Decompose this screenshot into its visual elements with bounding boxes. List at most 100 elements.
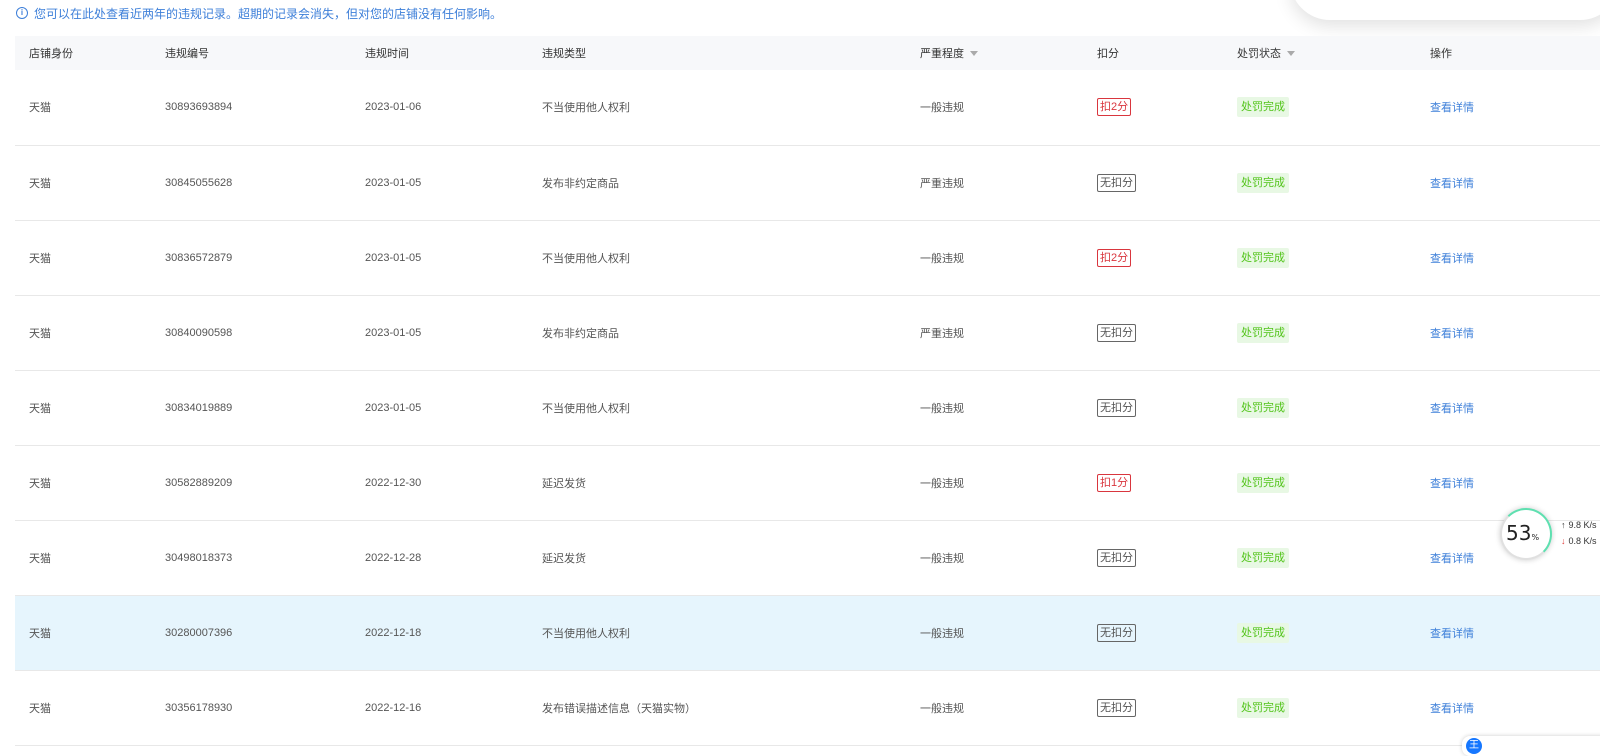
cell-action: 查看详情	[1430, 595, 1600, 670]
cell-violation-type: 不当使用他人权利	[542, 102, 630, 115]
cell-deduction: 扣2分	[1097, 220, 1237, 295]
cell-violation-time: 2023-01-05	[365, 176, 422, 189]
view-details-link[interactable]: 查看详情	[1430, 403, 1474, 415]
deduction-badge: 扣1分	[1097, 473, 1132, 492]
deduction-badge: 扣2分	[1097, 98, 1132, 117]
cell-severity: 一般违规	[920, 252, 964, 265]
cell-status: 处罚完成	[1237, 370, 1430, 445]
header-severity: 严重程度	[920, 36, 1097, 70]
input-method-toolbar[interactable]: 王	[1462, 736, 1600, 756]
usage-percent-value: 53	[1506, 521, 1532, 545]
arrow-up-icon: ↑	[1561, 520, 1566, 530]
header-penalty-status-label: 处罚状态	[1237, 48, 1281, 60]
cell-violation-id: 30356178930	[165, 701, 233, 714]
cell-violation-time: 2022-12-30	[365, 476, 422, 489]
notice-bar: i 您可以在此处查看近两年的违规记录。超期的记录会消失，但对您的店铺没有任何影响…	[16, 4, 502, 22]
cell-status: 处罚完成	[1237, 220, 1430, 295]
table-row: 天猫 30893693894 2023-01-06 不当使用他人权利 一般违规 扣2分 处罚…	[15, 70, 1600, 145]
cell-store: 天猫	[29, 102, 51, 115]
input-method-logo-icon[interactable]: 王	[1466, 738, 1482, 754]
cell-violation-id: 30582889209	[165, 476, 233, 489]
cell-violation-type: 发布非约定商品	[542, 327, 619, 340]
upload-speed: ↑ 9.8 K/s	[1561, 520, 1597, 530]
header-deduction: 扣分	[1097, 48, 1119, 60]
network-monitor-widget[interactable]: 53%	[1500, 508, 1552, 560]
cell-severity: 一般违规	[920, 702, 964, 715]
cell-deduction: 无扣分	[1097, 145, 1237, 220]
status-badge: 处罚完成	[1237, 172, 1289, 193]
cell-violation-time: 2023-01-05	[365, 326, 422, 339]
cell-violation-time: 2023-01-05	[365, 401, 422, 414]
view-details-link[interactable]: 查看详情	[1430, 178, 1474, 190]
cell-status: 处罚完成	[1237, 70, 1430, 145]
cell-violation-type: 不当使用他人权利	[542, 627, 630, 640]
view-details-link[interactable]: 查看详情	[1430, 703, 1474, 715]
download-speed: ↓ 0.8 K/s	[1561, 536, 1597, 546]
deduction-badge: 无扣分	[1097, 173, 1136, 192]
cell-store: 天猫	[29, 477, 51, 490]
deduction-badge: 无扣分	[1097, 698, 1136, 717]
download-speed-value: 0.8 K/s	[1568, 536, 1597, 546]
usage-percent-unit: %	[1531, 533, 1540, 542]
cell-action: 查看详情	[1430, 70, 1600, 145]
cell-severity: 一般违规	[920, 627, 964, 640]
deduction-badge: 扣2分	[1097, 248, 1132, 267]
usage-percent: 53%	[1506, 521, 1539, 545]
cell-store: 天猫	[29, 402, 51, 415]
notice-text: 您可以在此处查看近两年的违规记录。超期的记录会消失，但对您的店铺没有任何影响。	[34, 6, 503, 21]
cell-violation-id: 30893693894	[165, 101, 233, 114]
cell-violation-type: 延迟发货	[542, 552, 586, 565]
table-row: 天猫 30834019889 2023-01-05 不当使用他人权利 一般违规 无扣分 处罚…	[15, 370, 1600, 445]
cell-violation-time: 2023-01-05	[365, 251, 422, 264]
table-row: 天猫 30356178930 2022-12-16 发布错误描述信息（天猫实物） 一般违…	[15, 670, 1600, 745]
arrow-down-icon: ↓	[1561, 536, 1566, 546]
cell-violation-id: 30280007396	[165, 626, 233, 639]
cell-deduction: 无扣分	[1097, 295, 1237, 370]
cell-status: 处罚完成	[1237, 445, 1430, 520]
cell-status: 处罚完成	[1237, 670, 1430, 745]
status-badge: 处罚完成	[1237, 397, 1289, 418]
header-violation-id: 违规编号	[165, 48, 209, 60]
view-details-link[interactable]: 查看详情	[1430, 628, 1474, 640]
upload-speed-value: 9.8 K/s	[1568, 520, 1597, 530]
cell-deduction: 无扣分	[1097, 370, 1237, 445]
view-details-link[interactable]: 查看详情	[1430, 253, 1474, 265]
top-popup-shadow	[1290, 0, 1600, 20]
cell-store: 天猫	[29, 327, 51, 340]
cell-deduction: 无扣分	[1097, 670, 1237, 745]
cell-store: 天猫	[29, 177, 51, 190]
cell-violation-time: 2022-12-28	[365, 551, 422, 564]
cell-status: 处罚完成	[1237, 520, 1430, 595]
status-badge: 处罚完成	[1237, 247, 1289, 268]
cell-store: 天猫	[29, 702, 51, 715]
header-store-identity: 店铺身份	[29, 48, 73, 60]
cell-store: 天猫	[29, 552, 51, 565]
cell-action: 查看详情	[1430, 370, 1600, 445]
table-header-row: 店铺身份 违规编号 违规时间 违规类型 严重程度 扣分 处罚状态 操作	[15, 36, 1600, 70]
table-row: 天猫 30836572879 2023-01-05 不当使用他人权利 一般违规 扣2分 处罚…	[15, 220, 1600, 295]
violation-table: 店铺身份 违规编号 违规时间 违规类型 严重程度 扣分 处罚状态 操作 天猫 30…	[15, 36, 1600, 746]
status-badge: 处罚完成	[1237, 97, 1289, 118]
cell-violation-type: 发布非约定商品	[542, 177, 619, 190]
cell-violation-type: 发布错误描述信息（天猫实物）	[542, 702, 696, 715]
view-details-link[interactable]: 查看详情	[1430, 328, 1474, 340]
cell-violation-type: 延迟发货	[542, 477, 586, 490]
filter-icon[interactable]	[970, 50, 978, 56]
header-violation-type: 违规类型	[542, 48, 586, 60]
cell-store: 天猫	[29, 252, 51, 265]
cell-action: 查看详情	[1430, 220, 1600, 295]
view-details-link[interactable]: 查看详情	[1430, 478, 1474, 490]
filter-icon[interactable]	[1287, 50, 1295, 56]
cell-status: 处罚完成	[1237, 595, 1430, 670]
cell-severity: 严重违规	[920, 327, 964, 340]
cell-severity: 一般违规	[920, 552, 964, 565]
cell-action: 查看详情	[1430, 295, 1600, 370]
view-details-link[interactable]: 查看详情	[1430, 102, 1474, 114]
cell-violation-id: 30845055628	[165, 176, 233, 189]
view-details-link[interactable]: 查看详情	[1430, 553, 1474, 565]
cell-violation-type: 不当使用他人权利	[542, 402, 630, 415]
cell-severity: 一般违规	[920, 477, 964, 490]
cell-violation-id: 30840090598	[165, 326, 233, 339]
header-action: 操作	[1430, 48, 1452, 60]
cell-deduction: 扣1分	[1097, 445, 1237, 520]
